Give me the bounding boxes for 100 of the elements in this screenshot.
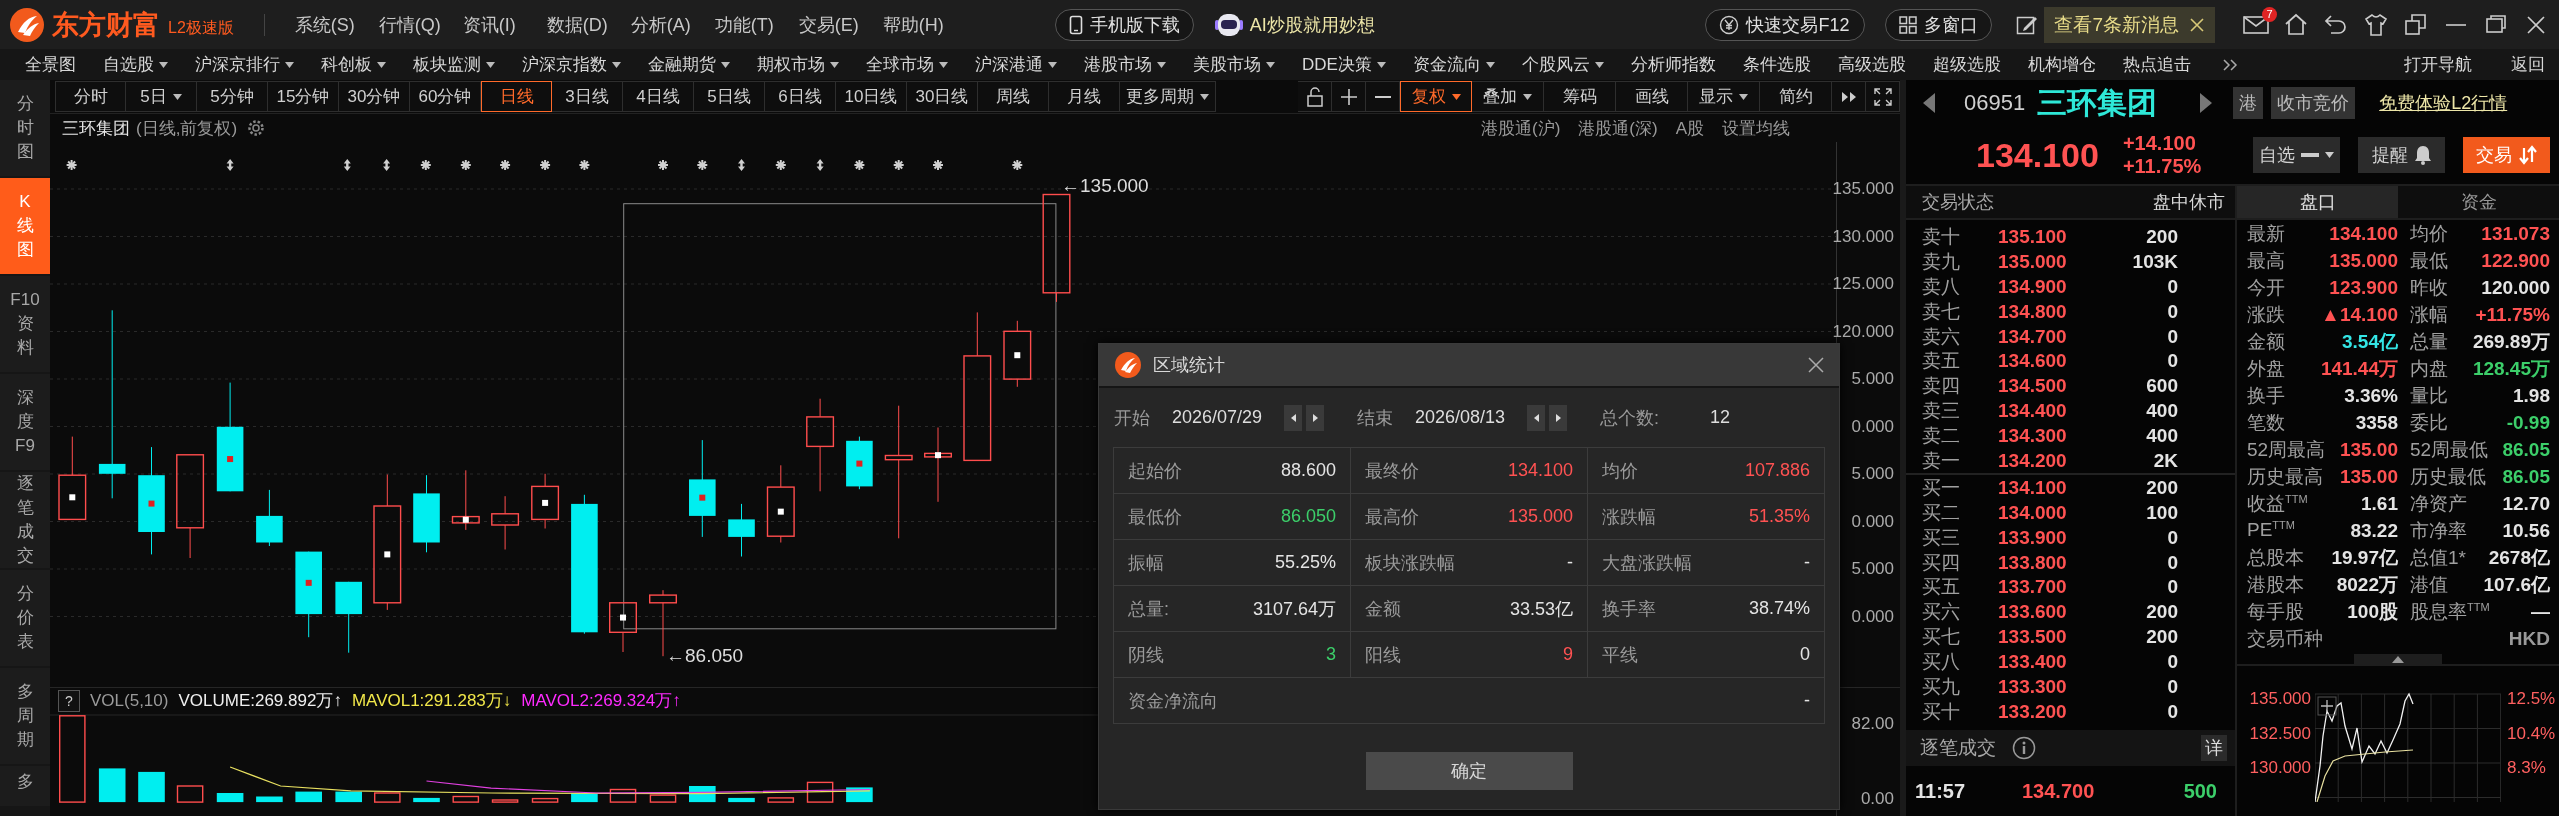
- nav-menu-item[interactable]: 资金流向: [1412, 53, 1495, 76]
- asterisk-icon[interactable]: [65, 159, 78, 171]
- step-forward-button[interactable]: [1549, 404, 1567, 431]
- period-tab[interactable]: 5日: [126, 81, 197, 112]
- nav-menu-item[interactable]: 板块监测: [413, 53, 495, 76]
- side-tab[interactable]: F10资料: [0, 276, 50, 372]
- period-tab[interactable]: 6日线: [765, 81, 836, 112]
- menu-item[interactable]: 数据(D): [546, 12, 631, 37]
- menu-item[interactable]: 行情(Q): [378, 12, 463, 37]
- l2-trial-link[interactable]: 免费体验L2行情: [2379, 91, 2508, 115]
- nav-link[interactable]: 打开导航: [2404, 53, 2472, 76]
- asterisk-icon[interactable]: [1011, 159, 1024, 171]
- step-back-button[interactable]: [1527, 404, 1545, 431]
- side-tab[interactable]: 多: [0, 766, 50, 806]
- mobile-download-button[interactable]: 手机版下载: [1054, 8, 1194, 41]
- nav-menu-item[interactable]: 科创板: [321, 53, 386, 76]
- nav-link[interactable]: 返回: [2511, 53, 2545, 76]
- asterisk-icon[interactable]: [459, 159, 472, 171]
- previous-icon[interactable]: [1922, 92, 1936, 114]
- crosshair-icon[interactable]: [2317, 696, 2337, 716]
- menu-item[interactable]: 分析(A): [630, 12, 715, 37]
- quick-trade-button[interactable]: 快速交易F12: [1705, 8, 1866, 41]
- menu-item[interactable]: 交易(E): [798, 12, 883, 37]
- period-tab[interactable]: 3日线: [552, 81, 623, 112]
- mail-icon[interactable]: [2243, 14, 2269, 35]
- chart-tool-button[interactable]: 叠加: [1472, 81, 1544, 112]
- period-tab[interactable]: 日线: [481, 81, 552, 112]
- detail-button[interactable]: 详: [2201, 734, 2227, 761]
- nav-menu-item[interactable]: 全球市场: [866, 53, 948, 76]
- nav-menu-item[interactable]: DDE决策: [1302, 53, 1386, 76]
- menu-item[interactable]: 资讯(I): [462, 12, 547, 37]
- period-tab[interactable]: 更多周期: [1120, 81, 1216, 112]
- multi-window-button[interactable]: 多窗口: [1885, 8, 1993, 41]
- up-down-arrow-icon[interactable]: [343, 159, 351, 171]
- asterisk-icon[interactable]: [932, 159, 944, 171]
- selection-frame[interactable]: [623, 203, 1057, 630]
- help-button[interactable]: ?: [58, 689, 80, 712]
- asterisk-icon[interactable]: [853, 159, 866, 171]
- nav-menu-item[interactable]: 高级选股: [1837, 53, 1906, 76]
- close-icon[interactable]: [1807, 356, 1825, 374]
- chart-tool-button[interactable]: 画线: [1616, 81, 1688, 112]
- period-tab[interactable]: 月线: [1049, 81, 1120, 112]
- asterisk-icon[interactable]: [499, 159, 512, 171]
- side-tab[interactable]: 多周期: [0, 668, 50, 764]
- up-down-arrow-icon[interactable]: [226, 159, 234, 171]
- step-forward-button[interactable]: [1306, 404, 1324, 431]
- period-tab[interactable]: 分时: [55, 81, 126, 112]
- alert-button[interactable]: 提醒: [2358, 137, 2445, 173]
- nav-menu-item[interactable]: 超级选股: [1932, 53, 2001, 76]
- panel-tab[interactable]: 资金: [2398, 186, 2559, 218]
- nav-menu-item[interactable]: 条件选股: [1742, 53, 1811, 76]
- period-tab[interactable]: 15分钟: [268, 81, 339, 112]
- menu-item[interactable]: 帮助(H): [882, 12, 967, 37]
- lock-button[interactable]: [1298, 81, 1332, 112]
- nav-menu-item[interactable]: 机构增仓: [2027, 53, 2096, 76]
- asterisk-icon[interactable]: [657, 159, 669, 171]
- asterisk-icon[interactable]: [774, 159, 787, 171]
- asterisk-icon[interactable]: [696, 159, 709, 171]
- step-back-button[interactable]: [1284, 404, 1302, 431]
- chart-link[interactable]: A股: [1675, 116, 1704, 140]
- asterisk-icon[interactable]: [419, 159, 432, 171]
- zoom-out-button[interactable]: [1366, 81, 1400, 112]
- nav-menu-item[interactable]: 金融期货: [648, 53, 730, 76]
- fullscreen-button[interactable]: [1866, 81, 1900, 112]
- asterisk-icon[interactable]: [539, 159, 552, 171]
- double-chevron-icon[interactable]: [2221, 57, 2238, 72]
- side-tab[interactable]: 深度F9: [0, 374, 50, 470]
- nav-menu-item[interactable]: 沪深港通: [975, 53, 1057, 76]
- nav-menu-item[interactable]: 个股风云: [1521, 53, 1604, 76]
- settings-icon[interactable]: [247, 119, 266, 137]
- nav-menu-item[interactable]: 热点追击: [2122, 53, 2191, 76]
- home-icon[interactable]: [2283, 11, 2309, 38]
- period-tab[interactable]: 周线: [978, 81, 1049, 112]
- chart-tool-button[interactable]: 简约: [1760, 81, 1832, 112]
- chart-tool-button[interactable]: 筹码: [1544, 81, 1616, 112]
- chart-tool-button[interactable]: 显示: [1688, 81, 1760, 112]
- fast-forward-button[interactable]: [1832, 81, 1866, 112]
- nav-menu-item[interactable]: 分析师指数: [1630, 53, 1716, 76]
- nav-menu-item[interactable]: 沪深京排行: [195, 53, 294, 76]
- restore-icon[interactable]: [2403, 11, 2429, 38]
- period-tab[interactable]: 60分钟: [410, 81, 481, 112]
- period-tab[interactable]: 10日线: [836, 81, 907, 112]
- up-down-arrow-icon[interactable]: [816, 159, 824, 171]
- period-tab[interactable]: 30分钟: [339, 81, 410, 112]
- info-icon[interactable]: [2012, 735, 2036, 760]
- period-tab[interactable]: 4日线: [623, 81, 694, 112]
- side-tab[interactable]: 逐笔成交: [0, 472, 50, 568]
- up-down-arrow-icon[interactable]: [738, 159, 745, 171]
- up-down-arrow-icon[interactable]: [383, 159, 391, 171]
- collapse-handle[interactable]: [2354, 654, 2442, 664]
- chart-tool-button[interactable]: 复权: [1400, 81, 1472, 112]
- chart-link[interactable]: 设置均线: [1722, 116, 1790, 140]
- nav-menu-item[interactable]: 自选股: [103, 53, 168, 76]
- period-tab[interactable]: 5日线: [694, 81, 765, 112]
- ai-promo-link[interactable]: AI炒股就用妙想: [1249, 12, 1375, 37]
- close-icon[interactable]: [2189, 16, 2205, 33]
- nav-menu-item[interactable]: 沪深京指数: [522, 53, 621, 76]
- chart-link[interactable]: 港股通(沪): [1481, 116, 1561, 140]
- zoom-in-button[interactable]: [1332, 81, 1366, 112]
- asterisk-icon[interactable]: [892, 159, 905, 171]
